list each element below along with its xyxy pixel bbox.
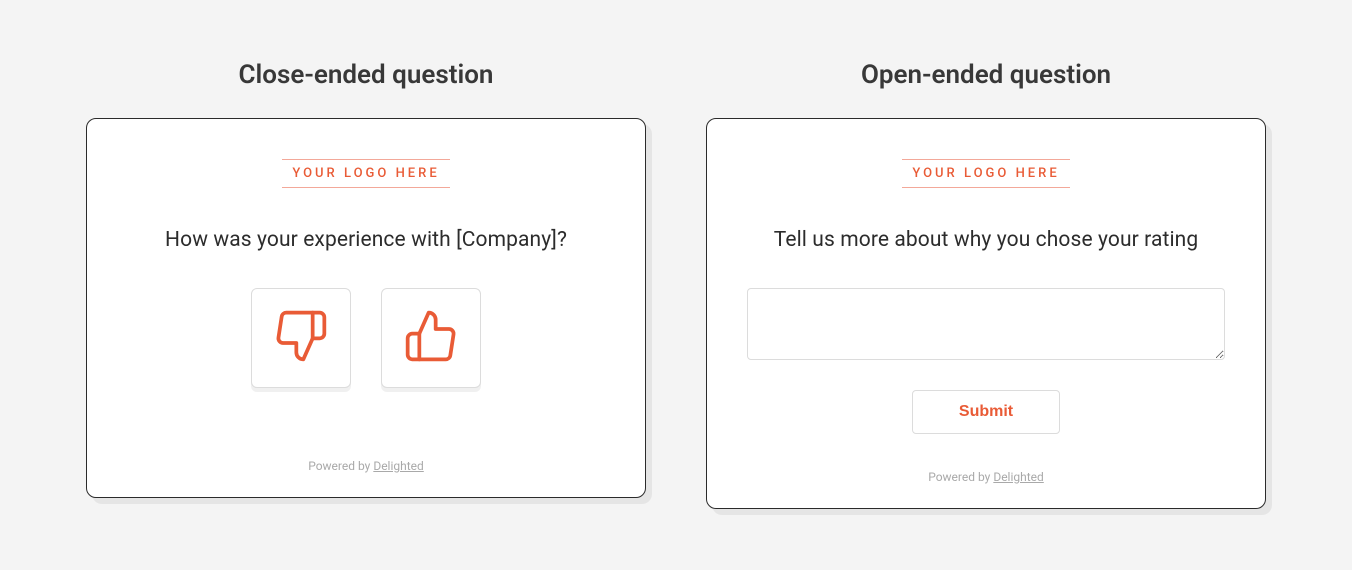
close-ended-question: How was your experience with [Company]? bbox=[165, 228, 567, 252]
close-ended-column: Close-ended question YOUR LOGO HERE How … bbox=[86, 60, 646, 509]
footer-prefix: Powered by bbox=[928, 470, 993, 484]
footer-link[interactable]: Delighted bbox=[993, 470, 1043, 484]
thumbs-up-icon bbox=[403, 308, 459, 368]
thumbs-up-button[interactable] bbox=[381, 288, 481, 388]
comment-field-wrap bbox=[747, 288, 1225, 364]
footer-link[interactable]: Delighted bbox=[373, 459, 423, 473]
open-ended-heading: Open-ended question bbox=[706, 60, 1266, 90]
rating-buttons bbox=[251, 288, 481, 388]
card-footer: Powered by Delighted bbox=[928, 470, 1044, 484]
submit-button[interactable]: Submit bbox=[912, 390, 1060, 434]
close-ended-card: YOUR LOGO HERE How was your experience w… bbox=[86, 118, 646, 498]
open-ended-card: YOUR LOGO HERE Tell us more about why yo… bbox=[706, 118, 1266, 509]
thumbs-down-button[interactable] bbox=[251, 288, 351, 388]
logo-placeholder: YOUR LOGO HERE bbox=[282, 159, 449, 188]
close-ended-heading: Close-ended question bbox=[86, 60, 646, 90]
footer-prefix: Powered by bbox=[308, 459, 373, 473]
card-footer: Powered by Delighted bbox=[308, 459, 424, 473]
open-ended-column: Open-ended question YOUR LOGO HERE Tell … bbox=[706, 60, 1266, 509]
open-ended-question: Tell us more about why you chose your ra… bbox=[774, 228, 1199, 252]
comment-textarea[interactable] bbox=[747, 288, 1225, 360]
thumbs-down-icon bbox=[273, 308, 329, 368]
logo-placeholder: YOUR LOGO HERE bbox=[902, 159, 1069, 188]
